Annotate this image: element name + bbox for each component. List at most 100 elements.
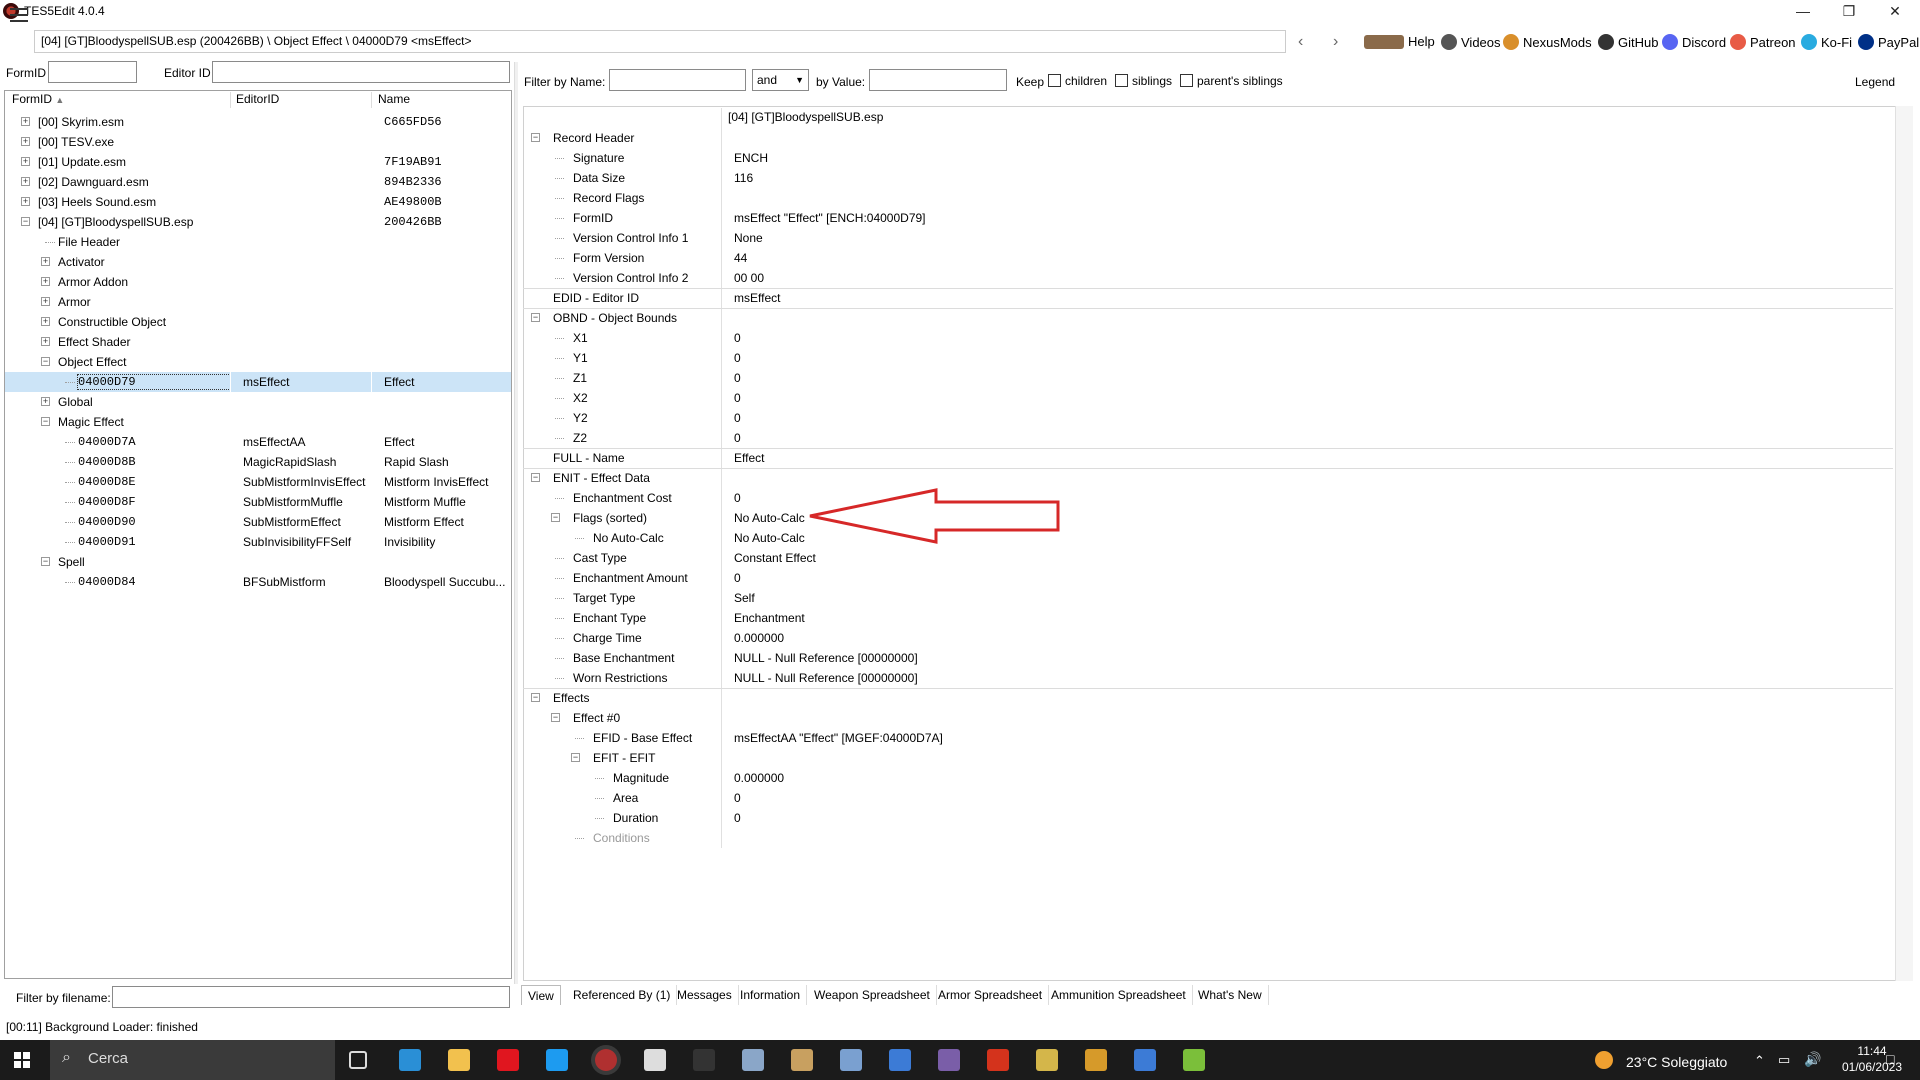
collapse-icon[interactable]: − bbox=[531, 313, 540, 322]
skype-icon[interactable] bbox=[546, 1049, 568, 1071]
tab-referenced-by-1[interactable]: Referenced By (1) bbox=[567, 985, 678, 1005]
tree-row[interactable]: + Activator bbox=[5, 252, 511, 272]
expand-icon[interactable]: + bbox=[41, 257, 50, 266]
network-icon[interactable]: ▭ bbox=[1778, 1052, 1790, 1068]
file-explorer-icon[interactable] bbox=[448, 1049, 470, 1071]
record-row[interactable]: Cast Type Constant Effect bbox=[523, 548, 1893, 568]
task-view-icon[interactable] bbox=[349, 1051, 367, 1069]
tree-row[interactable]: 04000D90 SubMistformEffect Mistform Effect bbox=[5, 512, 511, 532]
app-window2-icon[interactable] bbox=[1134, 1049, 1156, 1071]
record-row[interactable]: − Effect #0 bbox=[523, 708, 1893, 728]
record-row[interactable]: − ENIT - Effect Data bbox=[523, 468, 1893, 488]
expand-icon[interactable]: + bbox=[41, 337, 50, 346]
record-row[interactable]: Charge Time 0.000000 bbox=[523, 628, 1893, 648]
tree-row[interactable]: + Armor bbox=[5, 292, 511, 312]
tray-chevron-up-icon[interactable]: ⌃ bbox=[1754, 1053, 1765, 1069]
scrollbar[interactable] bbox=[1895, 106, 1913, 981]
record-row[interactable]: Worn Restrictions NULL - Null Reference [… bbox=[523, 668, 1893, 688]
notification-icon[interactable]: □ bbox=[1886, 1051, 1894, 1067]
column-header-name[interactable]: Name bbox=[378, 92, 410, 110]
toolbar-link-ko-fi[interactable]: Ko-Fi bbox=[1801, 34, 1852, 50]
weather-text[interactable]: 23°C Soleggiato bbox=[1626, 1054, 1727, 1070]
tree-row[interactable]: + Armor Addon bbox=[5, 272, 511, 292]
taskbar-search-box[interactable]: ⌕ Cerca bbox=[50, 1040, 335, 1080]
record-row[interactable]: Enchant Type Enchantment bbox=[523, 608, 1893, 628]
tab-ammunition-spreadsheet[interactable]: Ammunition Spreadsheet bbox=[1045, 985, 1193, 1005]
tree-row[interactable]: 04000D91 SubInvisibilityFFSelf Invisibilit… bbox=[5, 532, 511, 552]
collapse-icon[interactable]: − bbox=[571, 753, 580, 762]
tree-row[interactable]: 04000D8F SubMistformMuffle Mistform Muffle bbox=[5, 492, 511, 512]
collapse-icon[interactable]: − bbox=[551, 713, 560, 722]
tree-row[interactable]: − Magic Effect bbox=[5, 412, 511, 432]
record-row[interactable]: EDID - Editor ID msEffect bbox=[523, 288, 1893, 308]
tree-row[interactable]: + Global bbox=[5, 392, 511, 412]
expand-icon[interactable]: + bbox=[21, 137, 30, 146]
toolbar-link-patreon[interactable]: Patreon bbox=[1730, 34, 1796, 50]
record-row[interactable]: No Auto-Calc No Auto-Calc bbox=[523, 528, 1893, 548]
record-row[interactable]: Magnitude 0.000000 bbox=[523, 768, 1893, 788]
record-row[interactable]: − Record Header bbox=[523, 128, 1893, 148]
toolbar-link-nexusmods[interactable]: NexusMods bbox=[1503, 34, 1592, 50]
record-row[interactable]: Version Control Info 1 None bbox=[523, 228, 1893, 248]
record-row[interactable]: − OBND - Object Bounds bbox=[523, 308, 1893, 328]
volume-icon[interactable]: 🔊 bbox=[1804, 1051, 1821, 1068]
column-header-editorid[interactable]: EditorID bbox=[236, 92, 279, 110]
minimize-button[interactable]: — bbox=[1780, 0, 1826, 22]
opera-icon[interactable] bbox=[497, 1049, 519, 1071]
formid-filter-input[interactable] bbox=[48, 61, 137, 83]
filter-filename-input[interactable] bbox=[112, 986, 510, 1008]
tree-row[interactable]: File Header bbox=[5, 232, 511, 252]
record-row[interactable]: Area 0 bbox=[523, 788, 1893, 808]
collapse-icon[interactable]: − bbox=[41, 357, 50, 366]
record-row[interactable]: − Effects bbox=[523, 688, 1893, 708]
tree-row[interactable]: + [00] Skyrim.esm C665FD56 bbox=[5, 112, 511, 132]
record-path-field[interactable]: [04] [GT]BloodyspellSUB.esp (200426BB) \… bbox=[34, 30, 1286, 53]
record-row[interactable]: − EFIT - EFIT bbox=[523, 748, 1893, 768]
toolbar-link-github[interactable]: GitHub bbox=[1598, 34, 1658, 50]
toolbar-link-videos[interactable]: Videos bbox=[1441, 34, 1501, 50]
close-button[interactable]: ✕ bbox=[1872, 0, 1918, 22]
record-row[interactable]: EFID - Base Effect msEffectAA "Effect" [M… bbox=[523, 728, 1893, 748]
app-bird-icon[interactable] bbox=[742, 1049, 764, 1071]
tree-row[interactable]: 04000D7A msEffectAA Effect bbox=[5, 432, 511, 452]
expand-icon[interactable]: + bbox=[41, 277, 50, 286]
app-msi-icon[interactable] bbox=[693, 1049, 715, 1071]
record-row[interactable]: Y2 0 bbox=[523, 408, 1893, 428]
tree-row[interactable]: − Spell bbox=[5, 552, 511, 572]
filter-name-input[interactable] bbox=[609, 69, 746, 91]
record-row[interactable]: X2 0 bbox=[523, 388, 1893, 408]
edge-icon[interactable] bbox=[399, 1049, 421, 1071]
tab-view[interactable]: View bbox=[521, 985, 561, 1005]
tree-row[interactable]: + Effect Shader bbox=[5, 332, 511, 352]
app-game-icon[interactable] bbox=[791, 1049, 813, 1071]
record-row[interactable]: Z1 0 bbox=[523, 368, 1893, 388]
app-f-icon[interactable] bbox=[987, 1049, 1009, 1071]
column-header-formid[interactable]: FormID ▲ bbox=[12, 92, 64, 110]
tree-row[interactable]: + Constructible Object bbox=[5, 312, 511, 332]
tab-armor-spreadsheet[interactable]: Armor Spreadsheet bbox=[932, 985, 1050, 1005]
toolbar-link-paypal[interactable]: PayPal bbox=[1858, 34, 1919, 50]
app-archive-icon[interactable] bbox=[938, 1049, 960, 1071]
collapse-icon[interactable]: − bbox=[41, 417, 50, 426]
toolbar-link-discord[interactable]: Discord bbox=[1662, 34, 1726, 50]
record-row[interactable]: X1 0 bbox=[523, 328, 1893, 348]
collapse-icon[interactable]: − bbox=[551, 513, 560, 522]
legend-button[interactable]: Legend bbox=[1855, 75, 1895, 89]
tree-row[interactable]: 04000D79 msEffect Effect bbox=[5, 372, 511, 392]
tab-information[interactable]: Information bbox=[734, 985, 808, 1005]
expand-icon[interactable]: + bbox=[21, 177, 30, 186]
expand-icon[interactable]: + bbox=[41, 317, 50, 326]
tree-row[interactable]: − Object Effect bbox=[5, 352, 511, 372]
app-feather-icon[interactable] bbox=[840, 1049, 862, 1071]
record-row[interactable]: Z2 0 bbox=[523, 428, 1893, 448]
collapse-icon[interactable]: − bbox=[41, 557, 50, 566]
app-window-icon[interactable] bbox=[889, 1049, 911, 1071]
record-row[interactable]: Enchantment Cost 0 bbox=[523, 488, 1893, 508]
app-notepadpp-icon[interactable] bbox=[1183, 1049, 1205, 1071]
editorid-filter-input[interactable] bbox=[212, 61, 510, 83]
expand-icon[interactable]: + bbox=[41, 297, 50, 306]
tree-row[interactable]: + [03] Heels Sound.esm AE49800B bbox=[5, 192, 511, 212]
record-row[interactable]: Signature ENCH bbox=[523, 148, 1893, 168]
tree-row[interactable]: − [04] [GT]BloodyspellSUB.esp 200426BB bbox=[5, 212, 511, 232]
record-row[interactable]: FULL - Name Effect bbox=[523, 448, 1893, 468]
